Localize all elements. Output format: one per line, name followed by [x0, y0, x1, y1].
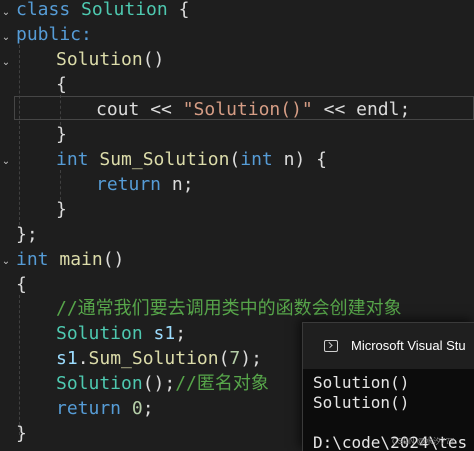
constructor-name: Solution	[56, 49, 143, 70]
keyword: int	[16, 249, 49, 270]
indent-guide	[19, 295, 20, 435]
variable: s1	[142, 323, 176, 344]
operator: <<	[312, 99, 357, 120]
code-line: s1.Sum_Solution(7);	[56, 346, 262, 371]
punctuation: ()	[142, 49, 165, 70]
keyword: class	[16, 0, 71, 20]
function-name: Sum_Solution	[88, 348, 219, 369]
code-line: }	[56, 197, 67, 222]
chevron-down-icon[interactable]: ⌄	[1, 157, 11, 167]
code-line: cout << "Solution()" << endl;	[96, 97, 410, 122]
code-line: //通常我们要去调用类中的函数会创建对象	[56, 296, 402, 321]
punctuation: ();	[142, 373, 176, 394]
variable: s1	[56, 348, 78, 369]
punctuation: };	[16, 224, 38, 245]
chevron-down-icon[interactable]: ⌄	[1, 33, 11, 43]
code-line: };	[16, 222, 38, 247]
punctuation: (	[218, 348, 230, 369]
code-line: }	[16, 421, 27, 446]
brace: {	[56, 74, 67, 95]
console-title: Microsoft Visual Stu	[351, 338, 466, 353]
brace: {	[16, 274, 27, 295]
punctuation: (	[229, 149, 241, 170]
brace: }	[16, 423, 27, 444]
type-name: Solution	[56, 323, 143, 344]
console-titlebar[interactable]: Microsoft Visual Stu	[303, 323, 474, 369]
code-line: return n;	[96, 172, 194, 197]
console-output-line: Solution()	[313, 373, 410, 392]
parameter: n	[272, 149, 295, 170]
identifier: endl	[356, 99, 400, 120]
expression: n;	[161, 174, 194, 195]
identifier: cout	[96, 99, 140, 120]
code-line: }	[56, 122, 67, 147]
code-line: class Solution {	[16, 0, 189, 22]
code-line: Solution s1;	[56, 321, 186, 346]
code-line: Solution()	[56, 47, 164, 72]
indent-guide	[19, 45, 20, 225]
chevron-down-icon[interactable]: ⌄	[1, 8, 11, 18]
code-line: Solution();//匿名对象	[56, 371, 269, 396]
watermark: CSDN @水汐777	[392, 437, 455, 446]
comment: //通常我们要去调用类中的函数会创建对象	[56, 298, 402, 319]
code-line: {	[16, 272, 27, 297]
number-literal: 0	[131, 398, 143, 419]
access-specifier: public:	[16, 24, 92, 45]
brace: }	[56, 199, 67, 220]
console-window-icon	[324, 340, 338, 352]
code-line: int Sum_Solution(int n) {	[56, 147, 327, 172]
number-literal: 7	[229, 348, 241, 369]
keyword: int	[56, 149, 89, 170]
punctuation: );	[240, 348, 262, 369]
chevron-down-icon[interactable]: ⌄	[1, 58, 11, 68]
keyword: int	[240, 149, 273, 170]
brace: }	[56, 124, 67, 145]
code-line: return 0;	[56, 396, 154, 421]
console-output-line: Solution()	[313, 393, 410, 412]
punctuation: ()	[102, 249, 125, 270]
code-line: {	[56, 72, 67, 97]
code-line: public:	[16, 22, 92, 47]
punctuation: ;	[175, 323, 187, 344]
keyword: return	[56, 398, 122, 419]
type-name: Solution	[56, 373, 143, 394]
class-name: Solution	[81, 0, 168, 20]
punctuation: ;	[142, 398, 154, 419]
function-name: Sum_Solution	[99, 149, 230, 170]
punctuation: ) {	[294, 149, 327, 170]
function-name: main	[59, 249, 103, 270]
keyword: return	[96, 174, 162, 195]
indent-guide	[60, 170, 61, 200]
punctuation: .	[77, 348, 89, 369]
comment: //匿名对象	[175, 373, 269, 394]
operator: <<	[139, 99, 183, 120]
punctuation: {	[167, 0, 190, 20]
punctuation: ;	[399, 99, 411, 120]
debug-console-window[interactable]: Microsoft Visual Stu Solution() Solution…	[302, 322, 474, 451]
string-literal: "Solution()"	[182, 99, 313, 120]
chevron-down-icon[interactable]: ⌄	[1, 257, 11, 267]
code-line: int main()	[16, 247, 124, 272]
